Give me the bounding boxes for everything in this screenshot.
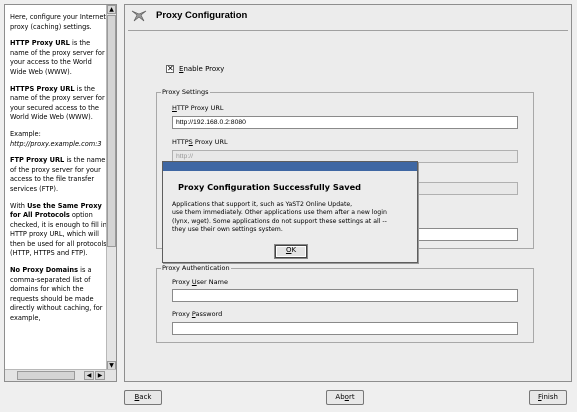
help-no-proxy-term: No Proxy Domains — [10, 266, 79, 275]
help-example-url: http://proxy.example.com:3 — [10, 139, 102, 148]
help-example: Example: http://proxy.example.com:3 — [10, 130, 108, 149]
help-vertical-scroll-thumb[interactable] — [107, 15, 116, 247]
dialog-title: Proxy Configuration Successfully Saved — [178, 182, 362, 192]
help-same-proxy: With Use the Same Proxy for All Protocol… — [10, 202, 108, 260]
https-proxy-label: HTTPS Proxy URL — [172, 138, 228, 146]
proxy-auth-title: Proxy Authentication — [161, 264, 231, 272]
back-button[interactable]: Back — [124, 390, 162, 405]
proxy-password-input[interactable] — [172, 322, 518, 335]
help-panel[interactable]: Here, configure your Internet proxy (cac… — [4, 4, 117, 382]
help-text: Here, configure your Internet proxy (cac… — [10, 13, 108, 331]
yast-logo-icon — [131, 10, 147, 22]
http-proxy-url-input[interactable] — [172, 116, 518, 129]
dialog-line-3: (lynx, wget). Some applications do not s… — [172, 217, 387, 225]
help-no-proxy-desc: is a comma-separated list of domains for… — [10, 266, 103, 323]
help-horizontal-scrollbar[interactable]: ◀ ▶ — [5, 369, 116, 381]
title-bar: Proxy Configuration — [125, 5, 571, 29]
saved-dialog: Proxy Configuration Successfully Saved A… — [162, 161, 418, 263]
help-same-pre: With — [10, 201, 28, 210]
help-no-proxy: No Proxy Domains is a comma-separated li… — [10, 266, 108, 324]
help-http: HTTP Proxy URL is the name of the proxy … — [10, 39, 108, 77]
help-https: HTTPS Proxy URL is the name of the proxy… — [10, 85, 108, 123]
help-ftp: FTP Proxy URL is the name of the proxy s… — [10, 156, 108, 194]
proxy-user-input[interactable] — [172, 289, 518, 302]
proxy-user-label: Proxy User Name — [172, 278, 228, 286]
help-https-term: HTTPS Proxy URL — [10, 84, 75, 93]
help-vertical-scrollbar[interactable]: ▲ ▼ — [106, 5, 116, 370]
checkbox-checked-icon[interactable]: ✕ — [166, 65, 174, 73]
ok-button[interactable]: OK — [275, 245, 307, 258]
proxy-password-label: Proxy Password — [172, 310, 223, 318]
help-http-term: HTTP Proxy URL — [10, 39, 70, 48]
help-example-label: Example: — [10, 129, 41, 138]
scroll-right-arrow-icon[interactable]: ▶ — [95, 371, 105, 380]
proxy-auth-group: Proxy Authentication Proxy User Name Pro… — [156, 264, 534, 343]
scroll-up-arrow-icon[interactable]: ▲ — [107, 5, 116, 14]
help-horizontal-scroll-thumb[interactable] — [17, 371, 75, 380]
enable-proxy-label[interactable]: Enable Proxy — [179, 65, 224, 73]
scroll-left-arrow-icon[interactable]: ◀ — [84, 371, 94, 380]
help-ftp-term: FTP Proxy URL — [10, 156, 65, 165]
page-title: Proxy Configuration — [156, 10, 248, 21]
abort-button[interactable]: Abort — [326, 390, 364, 405]
dialog-line-2: use them immediately. Other applications… — [172, 209, 387, 217]
dialog-line-1: Applications that support it, such as Ya… — [172, 201, 353, 208]
help-intro: Here, configure your Internet proxy (cac… — [10, 13, 107, 31]
finish-button[interactable]: Finish — [529, 390, 567, 405]
http-proxy-label: HTTP Proxy URL — [172, 104, 224, 112]
title-divider — [128, 30, 568, 31]
proxy-settings-title: Proxy Settings — [161, 88, 210, 96]
dialog-title-bar[interactable] — [163, 162, 417, 171]
dialog-message: Applications that support it, such as Ya… — [172, 201, 412, 235]
dialog-line-4: they use their own settings system. — [172, 226, 283, 234]
